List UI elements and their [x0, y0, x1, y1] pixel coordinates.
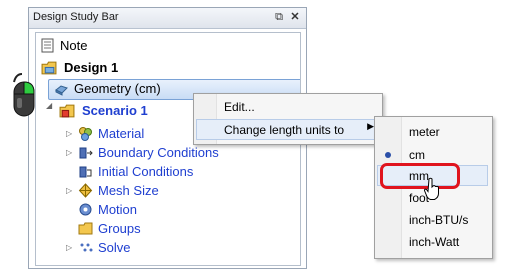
material-icon — [79, 127, 92, 141]
restore-icon[interactable]: ⧉ — [272, 10, 286, 24]
menu-item-cm[interactable]: cm — [409, 145, 425, 165]
radio-selected-icon — [385, 152, 391, 158]
menu-item-meter[interactable]: meter — [409, 122, 440, 142]
highlight-callout — [380, 163, 460, 189]
tree-item-label: Boundary Conditions — [98, 145, 219, 160]
tree-item-label: Motion — [98, 202, 138, 217]
context-menu: Edit... Change length units to ▶ — [193, 93, 383, 145]
expand-icon[interactable]: ▷ — [66, 124, 72, 143]
tree-item-label: Groups — [98, 221, 141, 236]
expand-icon[interactable]: ▷ — [66, 143, 72, 162]
submenu-arrow-icon: ▶ — [367, 121, 374, 131]
panel-titlebar: Design Study Bar ⧉ ✕ — [29, 8, 306, 29]
panel-title: Design Study Bar — [33, 11, 119, 23]
tree-item-label: Solve — [98, 240, 131, 255]
menu-item-inch-btu-s[interactable]: inch-BTU/s — [409, 210, 468, 230]
boundary-conditions-icon — [79, 147, 93, 159]
expand-icon[interactable]: ▷ — [66, 238, 72, 257]
expand-icon[interactable]: ▷ — [66, 181, 72, 200]
design-tree: Note Design 1 Geometry (cm) ◢ Scenario 1… — [35, 32, 301, 266]
solve-icon — [80, 243, 93, 252]
motion-icon — [79, 203, 92, 216]
expand-icon[interactable]: ◢ — [46, 101, 52, 110]
geometry-icon — [55, 85, 68, 96]
mouse-right-click-icon — [13, 73, 35, 117]
tree-item-label: Geometry (cm) — [74, 81, 161, 96]
menu-item-edit[interactable]: Edit... — [224, 97, 255, 117]
scenario-folder-icon — [59, 104, 75, 118]
hand-cursor-icon — [424, 177, 439, 200]
menu-item-inch-watt[interactable]: inch-Watt — [409, 232, 459, 252]
design-folder-icon — [41, 61, 57, 75]
close-icon[interactable]: ✕ — [288, 10, 302, 24]
tree-item-label: Material — [98, 126, 145, 141]
tree-item-label: Initial Conditions — [98, 164, 194, 179]
tree-item-label: Note — [60, 38, 88, 53]
note-icon — [41, 38, 54, 53]
initial-conditions-icon — [79, 166, 92, 178]
tree-item-label: Design 1 — [64, 60, 119, 75]
mesh-size-icon — [78, 183, 93, 198]
menu-item-change-units[interactable]: Change length units to — [224, 120, 344, 140]
tree-item-label: Scenario 1 — [82, 103, 148, 118]
tree-item-label: Mesh Size — [98, 183, 159, 198]
groups-icon — [78, 222, 93, 235]
